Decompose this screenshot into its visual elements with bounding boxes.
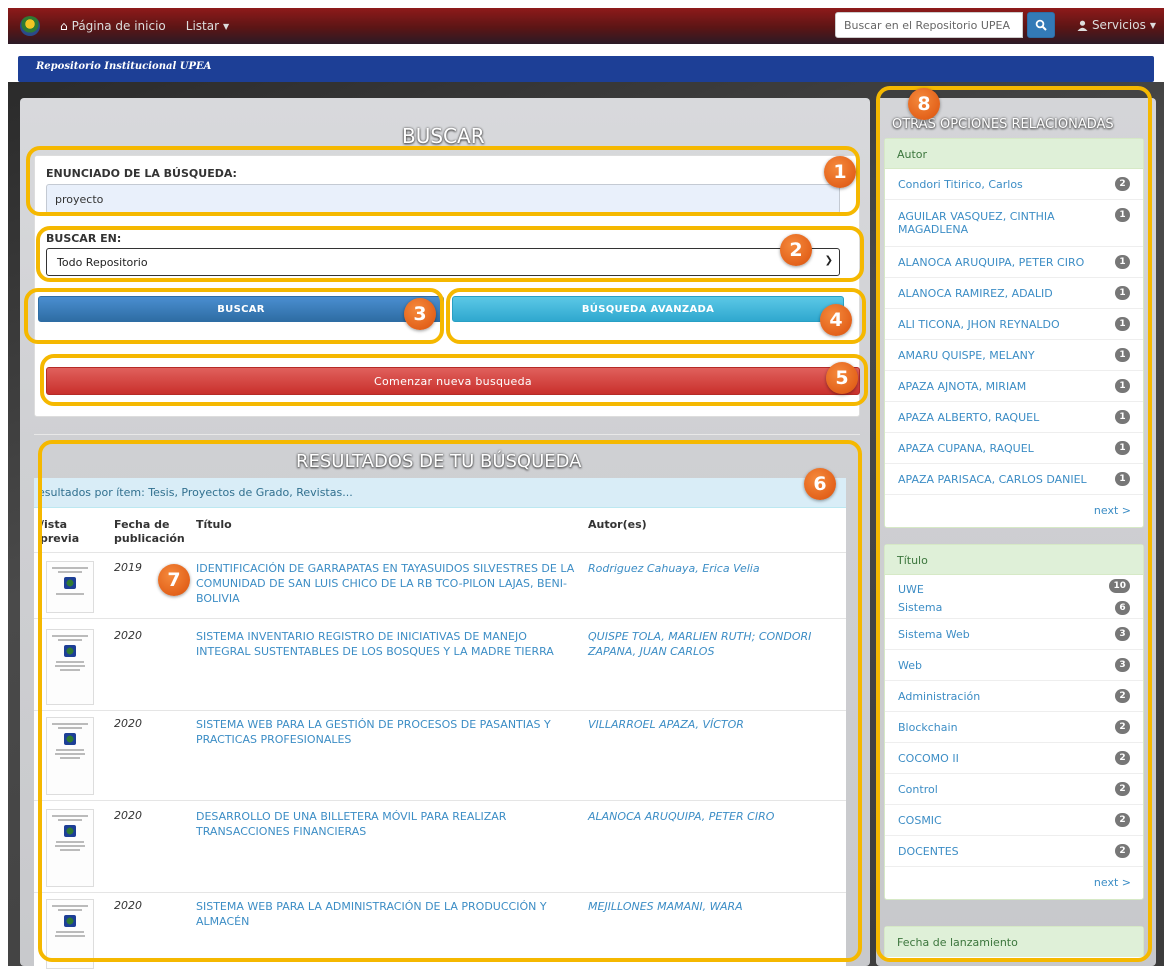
callout-frame-search — [24, 288, 444, 344]
search-icon — [1035, 19, 1047, 31]
repository-search-input[interactable] — [834, 12, 1023, 38]
callout-marker: 5 — [826, 362, 858, 394]
browse-menu[interactable]: Listar ▼ — [186, 19, 229, 33]
browse-label: Listar — [185, 19, 220, 33]
home-icon: ⌂ — [60, 19, 68, 33]
search-icon-button[interactable] — [1026, 12, 1055, 38]
home-link[interactable]: ⌂ Página de inicio — [60, 19, 166, 33]
search-heading: BUSCAR — [402, 124, 485, 148]
callout-marker: 2 — [780, 234, 812, 266]
caret-down-icon: ▼ — [223, 21, 230, 31]
caret-down-icon: ▼ — [1149, 20, 1156, 30]
callout-frame-scope — [36, 226, 864, 282]
callout-frame-sidebar — [876, 86, 1152, 962]
top-navbar: ⌂ Página de inicio Listar ▼ Servicios ▼ — [8, 8, 1164, 44]
callout-frame-new-search — [40, 354, 868, 406]
callout-marker: 8 — [908, 88, 940, 120]
callout-marker: 4 — [820, 304, 852, 336]
divider — [34, 434, 860, 435]
callout-marker: 3 — [404, 298, 436, 330]
callout-marker: 1 — [824, 156, 856, 188]
upea-logo[interactable] — [20, 16, 40, 36]
callout-frame-advanced — [446, 288, 866, 344]
services-menu[interactable]: Servicios ▼ — [1077, 18, 1156, 32]
callout-marker: 7 — [158, 564, 190, 596]
callout-marker: 6 — [804, 468, 836, 500]
callout-frame-query — [26, 146, 860, 216]
callout-frame-results — [38, 440, 862, 962]
user-icon — [1077, 20, 1088, 31]
services-label: Servicios — [1091, 18, 1146, 32]
navbar-right: Servicios ▼ — [834, 12, 1156, 38]
repository-title: Repositorio Institucional UPEA — [36, 61, 212, 72]
home-label: Página de inicio — [71, 19, 166, 33]
repository-title-strip: Repositorio Institucional UPEA — [18, 56, 1154, 82]
